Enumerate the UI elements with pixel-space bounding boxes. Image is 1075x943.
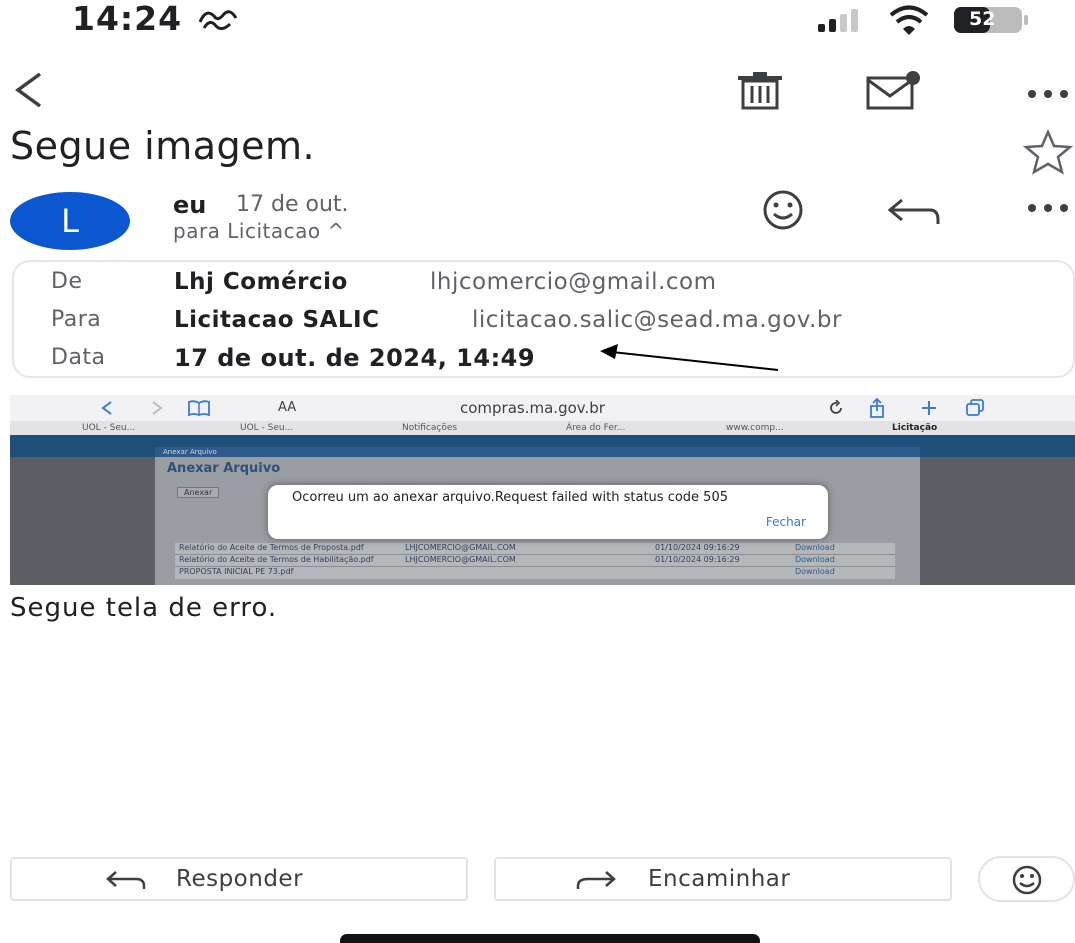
table-row: Relatório do Aceite de Termos de Propost… bbox=[175, 543, 895, 555]
reply-button[interactable]: Responder bbox=[10, 857, 468, 901]
trash-icon[interactable] bbox=[735, 70, 785, 110]
emoji-reaction-icon[interactable] bbox=[752, 188, 814, 232]
table-row: PROPOSTA INICIAL PE 73.pdf Download bbox=[179, 567, 835, 576]
recipient-summary[interactable]: para Licitacao ^ bbox=[173, 216, 345, 246]
embedded-share-icon bbox=[870, 398, 884, 418]
signal-icon bbox=[818, 9, 858, 32]
wifi-icon bbox=[889, 5, 929, 35]
embedded-forward-icon bbox=[152, 401, 163, 415]
sender-avatar[interactable]: L bbox=[10, 192, 130, 250]
embedded-file-table: Relatório do Aceite de Termos de Propost… bbox=[175, 543, 895, 579]
emoji-icon bbox=[1012, 865, 1042, 895]
embedded-url-bar: AA compras.ma.gov.br bbox=[10, 395, 1075, 421]
link-status-icon bbox=[198, 10, 238, 31]
date-label: Data bbox=[51, 345, 106, 370]
reply-button-label: Responder bbox=[176, 866, 304, 892]
date-value: 17 de out. de 2024, 14:49 bbox=[174, 344, 536, 372]
forward-button-label: Encaminhar bbox=[648, 866, 791, 892]
attached-error-screenshot[interactable]: AA compras.ma.gov.br UOL - Seu... UOL - … bbox=[10, 395, 1075, 585]
embedded-error-dialog: Ocorreu um ao anexar arquivo.Request fai… bbox=[268, 485, 828, 539]
from-label: De bbox=[51, 269, 83, 294]
dialog-close-button: Fechar bbox=[765, 515, 806, 529]
email-details-card: De Lhj Comércio lhjcomercio@gmail.com Pa… bbox=[12, 260, 1075, 378]
home-indicator[interactable] bbox=[340, 934, 760, 943]
status-time: 14:24 bbox=[72, 0, 183, 38]
star-icon[interactable] bbox=[1022, 128, 1074, 176]
embedded-new-tab-icon bbox=[922, 401, 936, 415]
forward-icon bbox=[576, 871, 616, 889]
embedded-tab: www.comp... bbox=[726, 423, 784, 433]
email-body-text: Segue tela de erro. bbox=[10, 593, 278, 623]
embedded-tab: UOL - Seu... bbox=[240, 423, 294, 433]
embedded-tab: UOL - Seu... bbox=[82, 423, 136, 433]
embedded-back-icon bbox=[101, 401, 112, 415]
embedded-tab: Área do Fer... bbox=[566, 423, 626, 433]
back-icon[interactable] bbox=[8, 70, 48, 110]
embedded-tab: Notificações bbox=[402, 423, 458, 433]
battery-level: 52 bbox=[969, 8, 996, 30]
embedded-reload-icon bbox=[830, 400, 842, 414]
more-icon[interactable] bbox=[1022, 74, 1074, 114]
embedded-modal-title: Anexar Arquivo bbox=[167, 461, 281, 476]
mark-unread-icon[interactable] bbox=[865, 70, 921, 110]
emoji-reaction-button[interactable] bbox=[978, 856, 1075, 902]
embedded-tabs-icon bbox=[966, 399, 984, 416]
to-label: Para bbox=[51, 307, 102, 332]
embedded-url: compras.ma.gov.br bbox=[460, 399, 605, 417]
reply-icon bbox=[106, 871, 146, 889]
to-email[interactable]: licitacao.salic@sead.ma.gov.br bbox=[472, 304, 842, 336]
embedded-text-size: AA bbox=[278, 400, 297, 415]
reply-icon[interactable] bbox=[880, 192, 946, 232]
embedded-bookmarks-icon bbox=[188, 400, 210, 416]
from-name: Lhj Comércio bbox=[174, 269, 348, 295]
from-email[interactable]: lhjcomercio@gmail.com bbox=[430, 266, 717, 298]
table-row: Relatório do Aceite de Termos de Habilit… bbox=[175, 555, 895, 567]
to-name: Licitacao SALIC bbox=[174, 307, 380, 333]
embedded-tab: Licitação bbox=[892, 423, 938, 433]
embedded-modal-tab: Anexar bbox=[177, 487, 220, 498]
more-icon[interactable] bbox=[1022, 196, 1074, 220]
embedded-modal-header: Anexar Arquivo bbox=[155, 447, 920, 457]
error-message: Ocorreu um ao anexar arquivo.Request fai… bbox=[292, 490, 728, 505]
forward-button[interactable]: Encaminhar bbox=[494, 857, 952, 901]
email-subject: Segue imagem. bbox=[10, 124, 316, 168]
embedded-tab-strip: UOL - Seu... UOL - Seu... Notificações Á… bbox=[10, 421, 1075, 435]
annotation-arrow-icon bbox=[600, 344, 779, 371]
